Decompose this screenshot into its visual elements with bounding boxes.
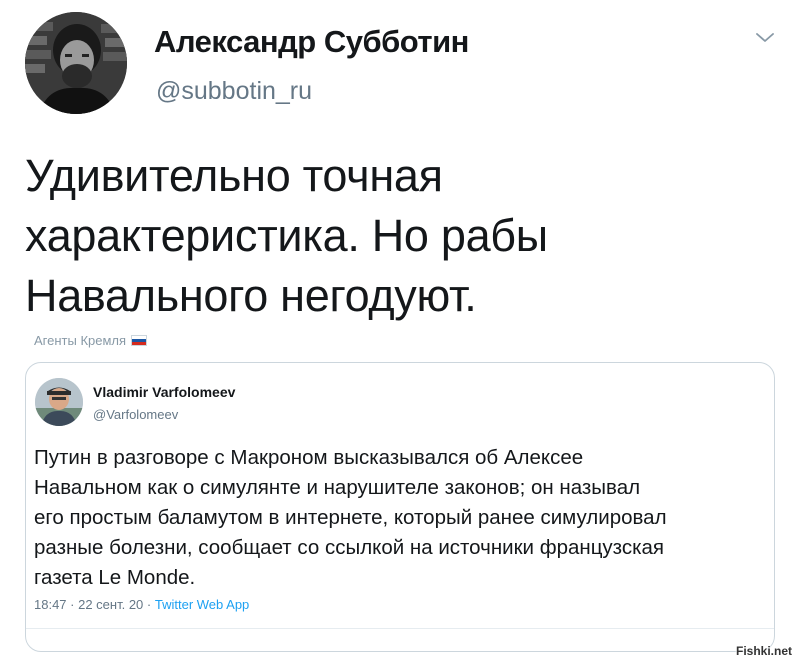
quoted-tweet-card[interactable]: Vladimir Varfolomeev @Varfolomeev Путин … [25, 362, 775, 652]
quoted-tweet-text: Путин в разговоре с Макроном высказывалс… [34, 443, 770, 593]
tweet-text-line: характеристика. Но рабы [25, 210, 548, 261]
quoted-author-handle[interactable]: @Varfolomeev [93, 407, 178, 422]
tweet-text-line: Удивительно точная [25, 150, 443, 201]
author-avatar[interactable] [25, 12, 127, 114]
quoted-text-line: газета Le Monde. [34, 566, 196, 589]
quoted-text-line: Путин в разговоре с Макроном высказывалс… [34, 446, 584, 469]
quoted-author-display-name[interactable]: Vladimir Varfolomeev [93, 384, 235, 400]
tweet-text-line: Навального негодуют. [25, 270, 477, 321]
watermark: Fishki.net [735, 644, 792, 658]
quoted-tweet-divider [26, 628, 774, 629]
chevron-down-icon[interactable] [754, 30, 776, 46]
meta-separator: · [66, 597, 79, 612]
user-avatar-photo [25, 12, 127, 114]
user-avatar-photo [35, 378, 83, 426]
tweet-text: Удивительно точная характеристика. Но ра… [25, 146, 765, 326]
tweet-label: Агенты Кремля [34, 333, 148, 348]
quoted-author-avatar[interactable] [35, 378, 83, 426]
quoted-tweet-app-link[interactable]: Twitter Web App [155, 597, 249, 612]
quoted-text-line: его простым баламутом в интернете, котор… [34, 506, 667, 529]
quoted-tweet-date[interactable]: 22 сент. 20 [78, 597, 143, 612]
meta-separator: · [143, 597, 155, 612]
quoted-text-line: разные болезни, сообщает со ссылкой на и… [34, 536, 665, 559]
quoted-tweet-meta: 18:47 · 22 сент. 20 · Twitter Web App [34, 597, 249, 612]
quoted-tweet-time[interactable]: 18:47 [34, 597, 67, 612]
russian-flag-icon [131, 335, 148, 346]
author-display-name[interactable]: Александр Субботин [154, 24, 469, 60]
tweet-label-text: Агенты Кремля [34, 333, 127, 348]
quoted-text-line: Навальном как о симулянте и нарушителе з… [34, 476, 641, 499]
author-handle[interactable]: @subbotin_ru [156, 77, 312, 106]
